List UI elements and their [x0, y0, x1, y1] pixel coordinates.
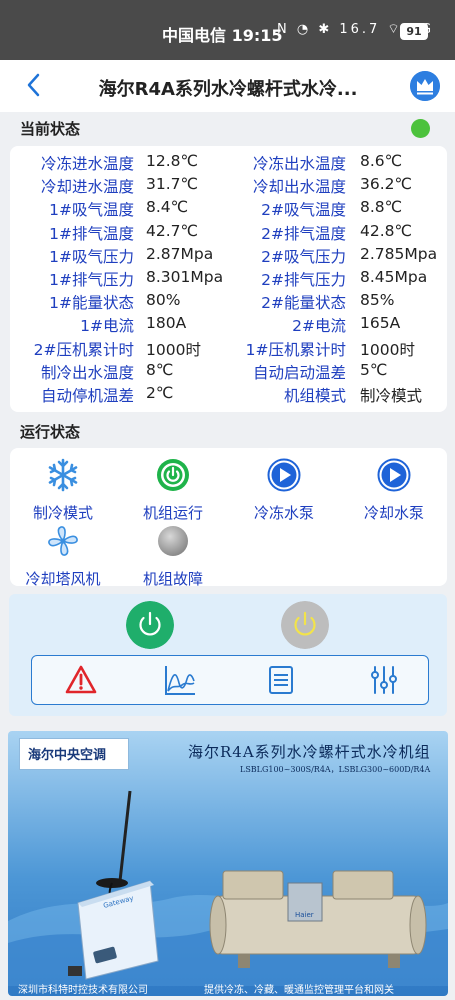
param-value: 1000时 — [146, 340, 201, 359]
param-value: 8.8℃ — [360, 198, 403, 217]
product-banner: 海尔中央空调 海尔R4A系列水冷螺杆式水冷机组 LSBLG100~300S/R4… — [8, 731, 448, 996]
param-label: 2#排气温度 — [261, 224, 346, 243]
param-label: 1#排气温度 — [49, 224, 134, 243]
param-value: 8℃ — [146, 360, 174, 379]
run-status-unit-running: 机组运行 — [123, 458, 223, 523]
param-label: 1#电流 — [80, 317, 134, 336]
run-status-unit-fault: 机组故障 — [123, 524, 223, 589]
tool-bar — [31, 655, 429, 705]
param-label: 冷却出水温度 — [252, 178, 346, 197]
param-value: 8.45Mpa — [360, 268, 428, 286]
app-bar: 海尔R4A系列水冷螺杆式水冷... — [0, 60, 455, 112]
param-value: 8.4℃ — [146, 198, 189, 217]
param-value: 8.6℃ — [360, 152, 403, 170]
param-value: 42.8℃ — [360, 221, 412, 240]
banner-company: 深圳市科特时控技术有限公司 — [18, 985, 148, 996]
param-label: 2#能量状态 — [261, 294, 346, 313]
param-label: 冷却进水温度 — [40, 178, 134, 197]
banner-footer: 深圳市科特时控技术有限公司 提供冷冻、冷藏、暖通监控管理平台和网关 — [8, 981, 448, 996]
machine-brand: Haier — [295, 911, 314, 919]
run-status-label: 机组故障 — [142, 570, 203, 588]
param-label: 1#排气压力 — [49, 271, 134, 289]
fan-icon — [48, 526, 78, 556]
chiller-machine-image: Haier — [209, 870, 427, 968]
param-value: 80% — [146, 291, 181, 310]
param-label: 2#电流 — [292, 317, 346, 336]
banner-title: 海尔R4A系列水冷螺杆式水冷机组 — [188, 743, 431, 761]
crown-icon[interactable] — [410, 71, 440, 101]
alarm-icon[interactable] — [64, 663, 98, 697]
param-value: 2.87Mpa — [146, 244, 214, 263]
param-value: 8.301Mpa — [146, 268, 224, 286]
pump-play-icon — [377, 458, 411, 492]
settings-sliders-icon[interactable] — [367, 663, 401, 697]
run-status-label: 冷却塔风机 — [25, 570, 101, 588]
param-label: 机组模式 — [283, 387, 346, 405]
battery-icon: 91 — [400, 23, 428, 40]
back-arrow-icon[interactable] — [24, 72, 44, 98]
list-icon[interactable] — [264, 663, 298, 697]
run-status-cooling-pump: 冷却水泵 — [344, 458, 444, 523]
param-value: 36.2℃ — [360, 175, 412, 194]
run-status-card: 制冷模式 机组运行 冷冻水泵 冷却水泵 冷却塔风机 机组故障 — [10, 448, 447, 589]
run-status-chilled-pump: 冷冻水泵 — [234, 458, 334, 523]
param-value: 制冷模式 — [360, 387, 423, 405]
banner-tagline: 提供冷冻、冷藏、暖通监控管理平台和网关 — [204, 985, 394, 996]
param-value: 31.7℃ — [146, 175, 198, 194]
param-label: 2#排气压力 — [261, 271, 346, 289]
param-label: 自动停机温差 — [40, 387, 134, 405]
param-label: 2#吸气压力 — [261, 247, 346, 266]
param-value: 1000时 — [360, 340, 415, 359]
page-title: 海尔R4A系列水冷螺杆式水冷... — [98, 79, 358, 100]
control-panel — [9, 594, 447, 716]
brand-logo: 海尔中央空调 — [28, 748, 107, 763]
run-status-label: 机组运行 — [142, 504, 203, 522]
online-status-indicator — [411, 119, 430, 138]
run-status-label: 冷冻水泵 — [253, 504, 314, 522]
param-label: 1#能量状态 — [49, 294, 134, 313]
current-status-heading: 当前状态 — [20, 120, 81, 138]
param-value: 165A — [360, 314, 401, 333]
param-label: 冷冻进水温度 — [40, 155, 134, 173]
param-value: 2℃ — [146, 384, 174, 402]
run-status-label: 制冷模式 — [32, 504, 93, 522]
param-value: 12.8℃ — [146, 152, 198, 170]
trend-chart-icon[interactable] — [163, 663, 197, 697]
param-label: 2#压机累计时 — [33, 340, 134, 359]
banner-illustration: Gateway Haier — [8, 790, 448, 986]
param-label: 2#吸气温度 — [261, 201, 346, 220]
pump-play-icon — [267, 458, 301, 492]
param-value: 5℃ — [360, 360, 388, 379]
param-label: 冷冻出水温度 — [252, 155, 346, 173]
run-status-label: 冷却水泵 — [363, 504, 424, 522]
param-label: 1#吸气温度 — [49, 201, 134, 220]
param-value: 2.785Mpa — [360, 244, 438, 263]
run-status-heading: 运行状态 — [20, 423, 81, 441]
power-on-icon — [157, 459, 189, 491]
param-label: 1#吸气压力 — [49, 247, 134, 266]
param-label: 制冷出水温度 — [40, 363, 134, 382]
system-status-bar: 中国电信 19:15 N ◔ ✱ 16.7 ⌔ 5G 91 — [0, 0, 455, 60]
param-value: 85% — [360, 291, 395, 310]
param-label: 1#压机累计时 — [245, 340, 346, 359]
power-off-button[interactable] — [281, 601, 329, 649]
param-label: 自动启动温差 — [252, 363, 346, 382]
carrier-time: 中国电信 19:15 — [162, 26, 283, 45]
snowflake-icon — [48, 458, 78, 492]
run-status-tower-fan: 冷却塔风机 — [13, 524, 113, 589]
current-status-card: 冷冻进水温度 12.8℃ 冷冻出水温度 8.6℃ 冷却进水温度 31.7℃ 冷却出水温度 36… — [10, 146, 447, 412]
fault-indicator-icon — [158, 526, 188, 556]
run-status-cooling-mode: 制冷模式 — [13, 458, 113, 523]
param-value: 180A — [146, 314, 187, 333]
param-value: 42.7℃ — [146, 221, 198, 240]
power-on-button[interactable] — [126, 601, 174, 649]
